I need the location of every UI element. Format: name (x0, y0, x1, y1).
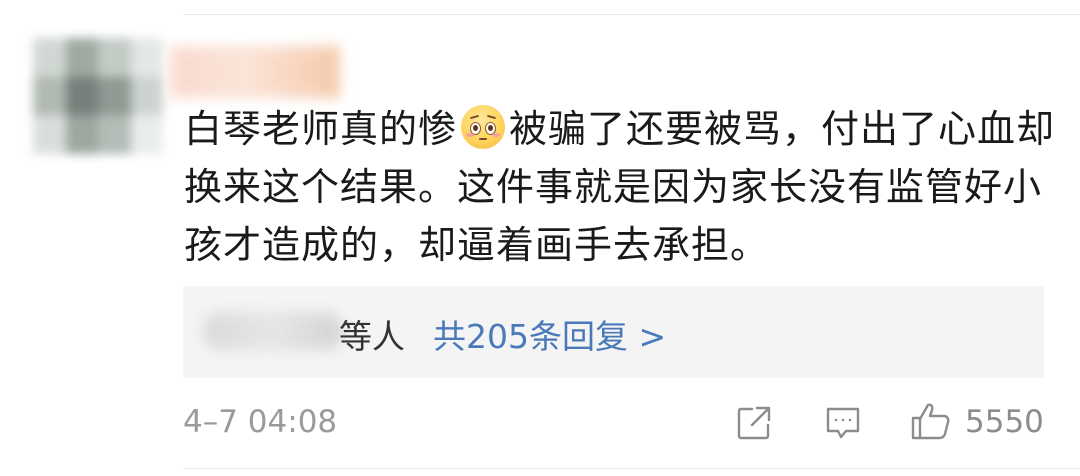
share-icon[interactable] (735, 404, 773, 446)
reply-usernames-blurred (203, 312, 343, 350)
comment-icon[interactable] (824, 404, 862, 446)
like-count: 5550 (965, 404, 1044, 440)
comment-text-part-1: 白琴老师真的惨 (184, 107, 458, 151)
avatar[interactable] (33, 38, 163, 154)
top-divider (183, 14, 1080, 15)
comment-text: 白琴老师真的惨 被骗了还要被骂，付出了心血却换来这个结果。这件事就是因为家长没有监… (184, 100, 1064, 274)
thumbs-up-icon[interactable] (910, 400, 952, 446)
pleading-face-emoji (461, 105, 506, 149)
reply-suffix: 等人 (339, 317, 405, 356)
replies-preview[interactable]: 等人 共205条回复 > (183, 286, 1044, 378)
username-blurred[interactable] (170, 46, 340, 98)
view-replies-link[interactable]: 共205条回复 > (433, 310, 666, 358)
timestamp: 4–7 04:08 (183, 404, 338, 440)
bottom-divider (183, 468, 1080, 469)
